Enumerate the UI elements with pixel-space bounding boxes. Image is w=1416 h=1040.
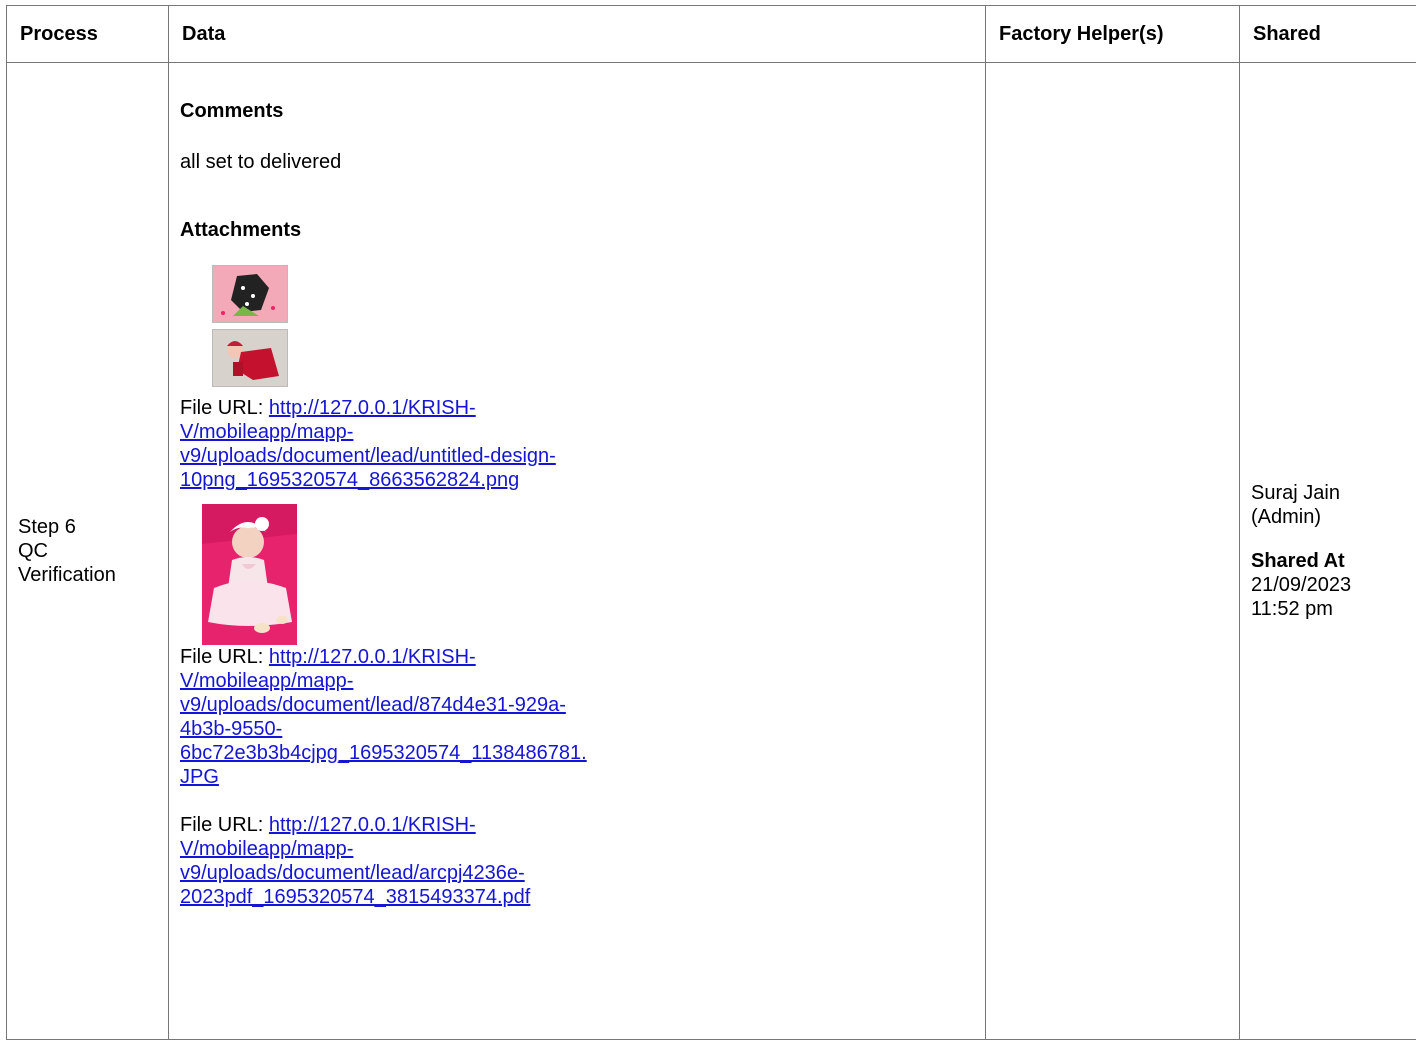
- file-url-link-2-part-1[interactable]: http://127.0.0.1/KRISH-: [269, 646, 476, 668]
- header-factory-helpers: Factory Helper(s): [986, 6, 1240, 63]
- file-url-block-3: File URL: http://127.0.0.1/KRISH- V/mobi…: [180, 813, 985, 909]
- header-process: Process: [7, 6, 169, 63]
- attachment-thumbnail-3[interactable]: [202, 504, 297, 645]
- comments-text: all set to delivered: [180, 150, 985, 174]
- shared-at-date: 21/09/2023: [1251, 573, 1416, 597]
- table-row: Step 6 QC Verification Comments all set …: [7, 63, 1416, 1040]
- file-url-link-1-part-4[interactable]: 10png_1695320574_8663562824.png: [180, 469, 519, 491]
- header-row: Process Data Factory Helper(s) Shared: [7, 6, 1416, 63]
- process-cell: Step 6 QC Verification: [7, 63, 169, 1040]
- file-url-link-1-part-1[interactable]: http://127.0.0.1/KRISH-: [269, 397, 476, 419]
- file-url-label: File URL:: [180, 397, 263, 419]
- photo-image-icon: [202, 504, 297, 645]
- shared-at-label: Shared At: [1251, 549, 1416, 573]
- file-url-block-2: File URL: http://127.0.0.1/KRISH- V/mobi…: [180, 645, 985, 789]
- header-shared: Shared: [1240, 6, 1416, 63]
- attachment-thumbnail-2[interactable]: [212, 329, 286, 385]
- shared-cell: Suraj Jain (Admin) Shared At 21/09/2023 …: [1240, 63, 1416, 1040]
- process-name-line1: QC: [18, 539, 168, 563]
- attachment-thumbnail-1[interactable]: [212, 265, 286, 321]
- factory-helpers-cell: [986, 63, 1240, 1040]
- process-table: Process Data Factory Helper(s) Shared St…: [6, 5, 1416, 1040]
- file-url-link-3-part-1[interactable]: http://127.0.0.1/KRISH-: [269, 814, 476, 836]
- file-url-link-1-part-2[interactable]: V/mobileapp/mapp-: [180, 421, 353, 443]
- dress-image-icon: [212, 265, 288, 323]
- file-url-link-3-part-2[interactable]: V/mobileapp/mapp-: [180, 838, 353, 860]
- file-url-link-2-part-6[interactable]: JPG: [180, 766, 219, 788]
- dress-image-icon: [212, 329, 288, 387]
- file-url-label: File URL:: [180, 646, 263, 668]
- file-url-block-1: File URL: http://127.0.0.1/KRISH- V/mobi…: [180, 396, 985, 492]
- process-name-line2: Verification: [18, 563, 168, 587]
- shared-by-name: Suraj Jain: [1251, 481, 1416, 505]
- file-url-link-2-part-3[interactable]: v9/uploads/document/lead/874d4e31-929a-: [180, 694, 566, 716]
- file-url-link-2-part-2[interactable]: V/mobileapp/mapp-: [180, 670, 353, 692]
- file-url-link-2-part-4[interactable]: 4b3b-9550-: [180, 718, 282, 740]
- attachments-heading: Attachments: [180, 218, 985, 242]
- comments-heading: Comments: [180, 99, 985, 123]
- process-step: Step 6: [18, 515, 168, 539]
- data-cell: Comments all set to delivered Attachment…: [169, 63, 986, 1040]
- file-url-link-3-part-4[interactable]: 2023pdf_1695320574_3815493374.pdf: [180, 886, 530, 908]
- shared-at-time: 11:52 pm: [1251, 597, 1416, 621]
- header-data: Data: [169, 6, 986, 63]
- shared-by-role: (Admin): [1251, 505, 1416, 529]
- file-url-link-1-part-3[interactable]: v9/uploads/document/lead/untitled-design…: [180, 445, 556, 467]
- file-url-label: File URL:: [180, 814, 263, 836]
- file-url-link-2-part-5[interactable]: 6bc72e3b3b4cjpg_1695320574_1138486781.: [180, 742, 587, 764]
- file-url-link-3-part-3[interactable]: v9/uploads/document/lead/arcpj4236e-: [180, 862, 525, 884]
